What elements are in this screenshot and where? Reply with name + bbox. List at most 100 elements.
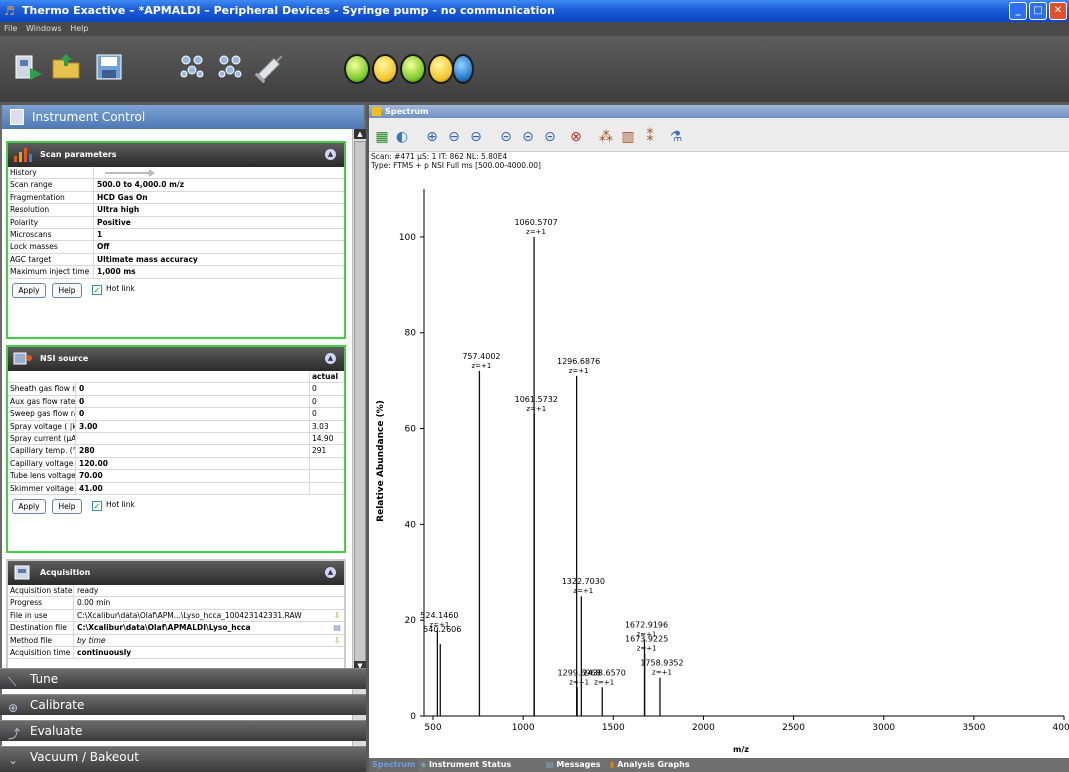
label-icon[interactable]: ▥ — [619, 128, 637, 146]
main-toolbar — [0, 36, 1069, 102]
nsi-row: Tube lens voltage (V)70.00 — [8, 470, 344, 483]
x-tick-label: 4000 — [1053, 723, 1069, 733]
tool-icon[interactable]: ◐ — [393, 128, 411, 146]
method-file-icon[interactable]: ⇩ — [330, 635, 344, 646]
collapse-icon[interactable]: ▲ — [325, 149, 336, 160]
scan-parameters-header[interactable]: Scan parameters ▲ — [8, 143, 344, 167]
nsi-source-icon — [13, 352, 32, 365]
spectrum-view-icon[interactable]: ▦ — [373, 128, 391, 146]
vacuum-icon: ⌄ — [8, 753, 19, 767]
zoom-out-icon[interactable]: ⊝ — [497, 128, 515, 146]
x-axis-label: m/z — [733, 745, 749, 754]
file-in-use-icon[interactable]: ⇩ — [330, 610, 344, 621]
nsi-apply-button[interactable]: Apply — [12, 498, 46, 514]
acq-row: Method file by time ⇩ — [8, 634, 344, 647]
peak-mz-label: 1296.6876 — [557, 357, 600, 366]
scan-info-line1: Scan: #471 µS: 1 IT: 862 NL: 5.80E4 — [371, 152, 508, 161]
scan-row: AGC target Ultimate mass accuracy — [8, 253, 344, 267]
zoom-x-icon[interactable]: ⊖ — [445, 128, 463, 146]
acq-row: Destination file C:\Xcalibur\data\Olaf\AP… — [8, 622, 344, 635]
zoom-out-y-icon[interactable]: ⊝ — [541, 128, 559, 146]
x-tick-label: 1500 — [602, 723, 625, 733]
open-folder-icon[interactable] — [50, 50, 84, 84]
collapse-icon[interactable]: ▲ — [325, 353, 336, 364]
peak-charge-label: z=+1 — [569, 367, 589, 375]
y-axis-label: Relative Abundance (%) — [376, 400, 386, 522]
acq-row: Progress 0.00 min — [8, 597, 344, 610]
normalize-icon[interactable]: ⁂ — [597, 128, 615, 146]
peak-mz-label: 757.4002 — [462, 352, 500, 361]
nsi-row: Spray voltage ( |kV| )3.003.03 — [8, 420, 344, 433]
nsi-button-row: Apply Help ✓ Hot link — [8, 495, 344, 519]
nsi-row: Spray current (µA) 14.90 — [8, 432, 344, 446]
collapse-icon[interactable]: ▲ — [325, 567, 336, 578]
y-tick-label: 80 — [405, 329, 417, 339]
nsi-row: Sweep gas flow rate00 — [8, 408, 344, 421]
history-arrow-icon[interactable] — [105, 168, 155, 178]
acquisition-header[interactable]: Acquisition ▲ — [8, 561, 344, 585]
maximize-button[interactable]: □ — [1029, 2, 1047, 20]
instrument-control-title: Instrument Control — [32, 110, 146, 124]
minimize-button[interactable]: _ — [1009, 2, 1027, 20]
scan-row-history: History — [8, 167, 344, 180]
zoom-in-icon[interactable]: ⊕ — [423, 128, 441, 146]
scroll-up-icon[interactable]: ▲ — [354, 129, 366, 139]
menu-help[interactable]: Help — [70, 24, 88, 33]
peak-mz-label: 524.1460 — [420, 611, 458, 620]
nsi-help-button[interactable]: Help — [52, 498, 82, 514]
zoom-out-x-icon[interactable]: ⊝ — [519, 128, 537, 146]
acq-row: File in use C:\Xcalibur\data\Olaf\APM...\… — [8, 609, 344, 623]
menu-windows[interactable]: Windows — [26, 24, 62, 33]
calibrate-icon: ⊕ — [8, 701, 19, 715]
nav-tune[interactable]: ⟍ Tune — [0, 668, 366, 689]
scan-apply-button[interactable]: Apply — [12, 282, 46, 298]
scan-hotlink-label: Hot link — [106, 283, 135, 293]
instrument-icon[interactable] — [12, 50, 46, 84]
tab-instrument-status[interactable]: ◈ Instrument Status — [417, 758, 514, 772]
zoom-y-icon[interactable]: ⊖ — [467, 128, 485, 146]
scan-hotlink-checkbox[interactable]: ✓ — [92, 284, 102, 295]
spectrum-header: Spectrum — [369, 105, 1069, 118]
centroid-icon[interactable]: ⁑ — [641, 128, 659, 146]
peak-mz-label: 1322.7030 — [562, 577, 605, 586]
x-tick-label: 500 — [424, 723, 441, 733]
tune-icon: ⟍ — [8, 675, 17, 689]
spectrum-chart[interactable]: Relative Abundance (%) m/z 0 20 40 60 80 100 5… — [369, 171, 1069, 755]
scan-help-button[interactable]: Help — [52, 282, 82, 298]
nav-evaluate[interactable]: ⤴ Evaluate — [0, 720, 366, 741]
window-title: Thermo Exactive – *APMALDI – Peripheral … — [22, 4, 555, 17]
reset-zoom-icon[interactable]: ⊗ — [567, 128, 585, 146]
peak-charge-label: z=+1 — [471, 362, 491, 370]
nsi-hotlink-label: Hot link — [106, 499, 135, 509]
scan-row: Resolution Ultra high — [8, 204, 344, 217]
peak-mz-label: 1672.9196 — [625, 620, 668, 629]
acq-row: Acquisition time continuously — [8, 646, 344, 660]
menu-file[interactable]: File — [4, 24, 17, 33]
tab-messages[interactable]: ▤ Messages — [543, 758, 604, 772]
bottom-tab-bar: Spectrum ◈ Instrument Status ▤ Messages … — [369, 758, 1069, 772]
molecules-icon[interactable] — [176, 50, 210, 84]
molecules-icon-2[interactable] — [214, 50, 248, 84]
scroll-thumb[interactable] — [354, 141, 366, 671]
close-button[interactable]: ✕ — [1049, 2, 1067, 20]
nav-calibrate[interactable]: ⊕ Calibrate — [0, 694, 366, 715]
tab-analysis-graphs[interactable]: ▮ Analysis Graphs — [607, 758, 693, 772]
acq-row: Acquisition state ready — [8, 585, 344, 598]
nsi-row: Aux gas flow rate 0 0 — [8, 395, 344, 409]
nav-vacuum-bakeout[interactable]: ⌄ Vacuum / Bakeout — [0, 746, 366, 772]
x-tick-label: 2500 — [782, 723, 805, 733]
syringe-icon[interactable] — [254, 50, 288, 84]
destination-file-icon[interactable]: ▤ — [330, 622, 344, 633]
peak-mz-label: 1438.6570 — [583, 668, 626, 677]
flask-icon[interactable]: ⚗ — [667, 128, 685, 146]
save-icon[interactable] — [92, 50, 126, 84]
tab-spectrum[interactable]: Spectrum — [369, 758, 419, 772]
scan-row: Microscans 1 — [8, 228, 344, 242]
scan-row: Fragmentation HCD Gas On — [8, 191, 344, 205]
nsi-hotlink-checkbox[interactable]: ✓ — [92, 500, 102, 511]
nsi-source-header[interactable]: NSI source ▲ — [8, 347, 344, 371]
acquisition-icon — [14, 565, 30, 580]
instrument-control-header[interactable]: Instrument Control — [2, 105, 364, 129]
nsi-row: Skimmer voltage (V)41.00 — [8, 482, 344, 495]
scan-info-line2: Type: FTMS + p NSI Full ms [500.00-4000.… — [371, 161, 541, 170]
